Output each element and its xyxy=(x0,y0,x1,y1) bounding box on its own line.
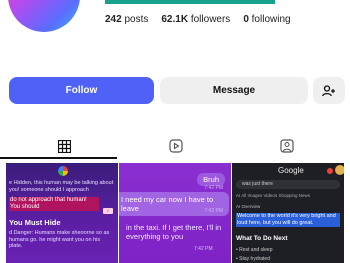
tab-tagged[interactable] xyxy=(267,133,307,159)
posts-stat[interactable]: 242 posts xyxy=(105,14,148,25)
search-header: Google xyxy=(232,163,344,179)
google-logo-icon xyxy=(58,166,68,176)
post-thumbnail[interactable]: Google was just there AI All Images Vide… xyxy=(232,163,344,263)
answer-step: • Stay hydrated xyxy=(236,256,270,262)
following-stat[interactable]: 0 following xyxy=(243,14,290,25)
suggested-users-button[interactable] xyxy=(313,77,345,104)
post-text: do not approach that human! You should xyxy=(9,197,99,212)
post-chip: ✓ xyxy=(103,208,113,214)
reels-icon xyxy=(169,139,183,153)
follow-button[interactable]: Follow xyxy=(9,77,154,104)
ai-overview-label: AI Overview xyxy=(236,204,261,209)
message-button[interactable]: Message xyxy=(160,77,308,104)
search-categories: AI All Images Videos Shopping News xyxy=(236,193,310,198)
brand-label: Google xyxy=(278,166,304,175)
highlighted-answer: Welcome to the world it's very bright an… xyxy=(236,213,340,227)
mic-icon xyxy=(327,168,333,174)
chat-timestamp: 7:42 PM xyxy=(204,185,223,191)
chat-timestamp: 7:42 PM xyxy=(204,208,223,214)
profile-avatar[interactable] xyxy=(8,0,80,32)
active-tab-indicator xyxy=(0,157,117,159)
search-query: was just there xyxy=(236,180,340,189)
add-user-icon xyxy=(322,84,335,96)
post-text: e Hidden, this human may be talking abou… xyxy=(9,180,114,193)
profile-stats: 242 posts 62.1K followers 0 following xyxy=(105,14,291,25)
profile-name-bar xyxy=(105,0,275,4)
posts-grid: e Hidden, this human may be talking abou… xyxy=(6,163,344,263)
profile-tabs xyxy=(0,133,350,159)
tab-posts-grid[interactable] xyxy=(44,133,84,159)
post-thumbnail[interactable]: Bruh 7:42 PM I need my car now I have to… xyxy=(119,163,231,263)
answer-step: • Rest and sleep xyxy=(236,247,273,253)
followers-stat[interactable]: 62.1K followers xyxy=(161,14,230,25)
tab-reels[interactable] xyxy=(156,133,196,159)
post-text: d Danger: Humans make sheoorne so as hum… xyxy=(9,230,110,250)
grid-icon xyxy=(57,139,71,153)
post-thumbnail[interactable]: e Hidden, this human may be talking abou… xyxy=(6,163,118,263)
chat-timestamp: 7:42 PM xyxy=(194,246,213,252)
chat-bubble: in the taxi. If I get there, I'll in eve… xyxy=(126,223,222,241)
avatar xyxy=(335,165,344,175)
tagged-icon xyxy=(280,139,294,153)
answer-heading: What To Do Next xyxy=(236,235,288,242)
post-heading: You Must Hide xyxy=(9,218,61,227)
profile-actions: Follow Message xyxy=(0,77,350,105)
